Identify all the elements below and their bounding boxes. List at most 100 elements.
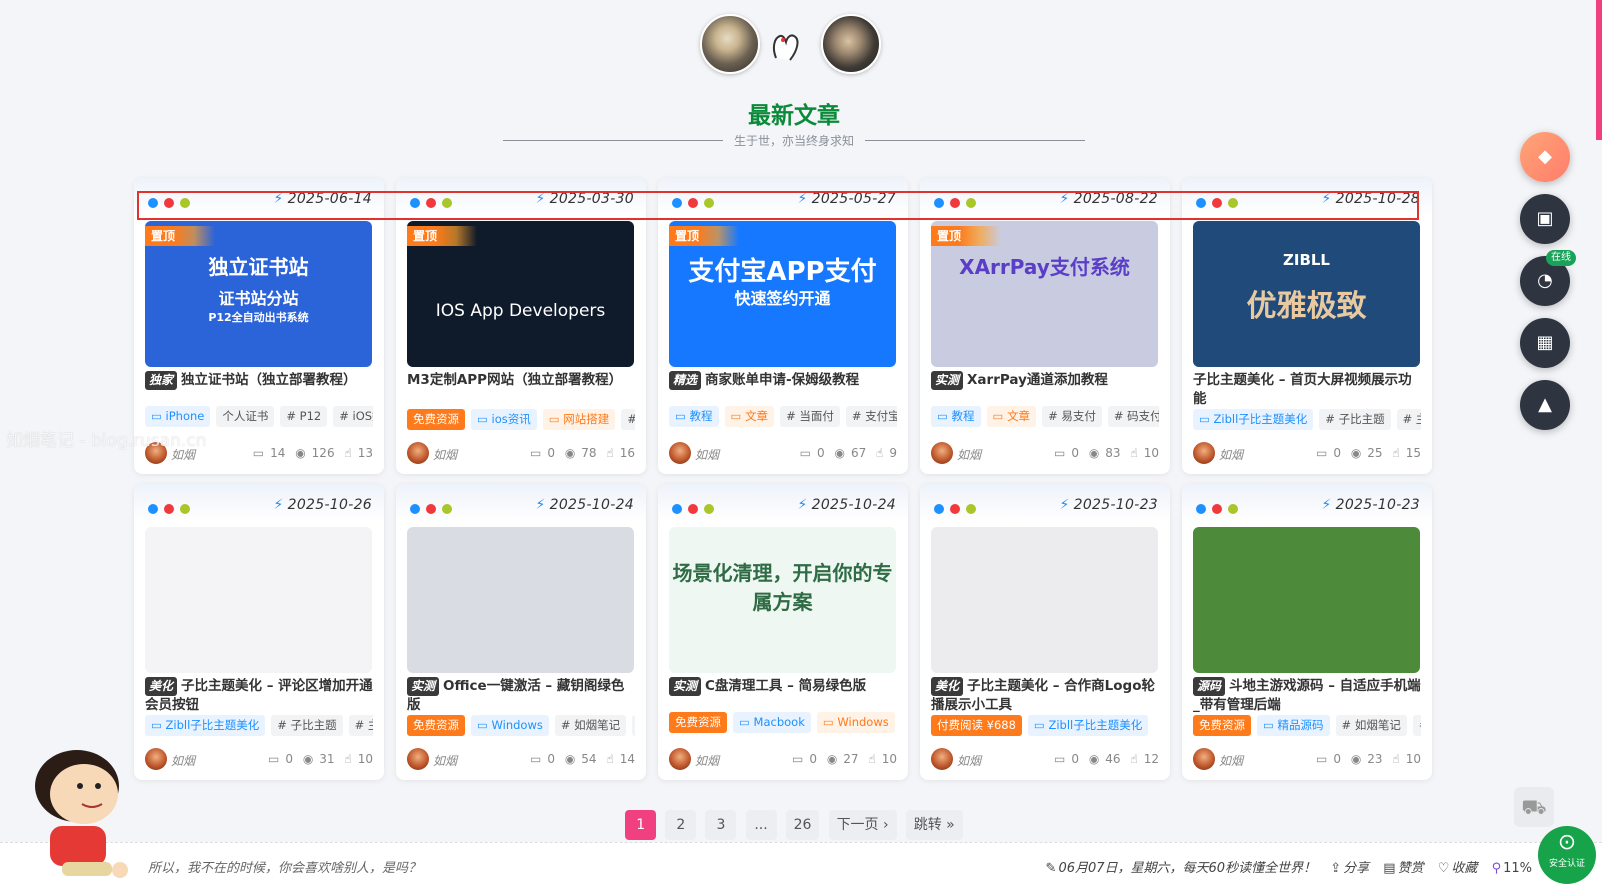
tag[interactable]: ▭ Zibll子比主题美化	[1027, 715, 1149, 736]
tag[interactable]: # 当面付	[780, 406, 840, 427]
author-name[interactable]: 如烟	[1219, 446, 1243, 463]
tag[interactable]: 付费阅读 ¥688	[931, 715, 1022, 736]
author-avatar[interactable]	[1193, 442, 1215, 464]
post-title[interactable]: 美化 子比主题美化 – 评论区增加开通会员按钮	[145, 677, 373, 715]
reward-button[interactable]: ▤ 赞赏	[1383, 861, 1423, 876]
tag[interactable]: ▭ iPhone	[145, 406, 211, 427]
author-name[interactable]: 如烟	[1219, 752, 1243, 769]
avatar[interactable]	[700, 14, 760, 74]
author-avatar[interactable]	[407, 442, 429, 464]
page-26[interactable]: 26	[785, 810, 820, 840]
tag[interactable]: # 如烟笔记	[554, 715, 627, 736]
tag[interactable]: ▭ ios资讯	[471, 409, 537, 430]
article-card[interactable]: ⚡ 2025-10-23 美化 子比主题美化 – 合作商Logo轮播展示小工具 付费…	[920, 484, 1170, 780]
author-name[interactable]: 如烟	[695, 752, 719, 769]
post-thumbnail[interactable]: ZIBLL 优雅极致	[1193, 221, 1420, 367]
article-card[interactable]: ⚡ 2025-08-22 XArrPay支付系统 置顶 实测 XarrPay通道添加…	[920, 178, 1170, 474]
post-thumbnail[interactable]	[145, 527, 372, 673]
tag[interactable]: ▭ Zibll子比主题美化	[1193, 409, 1314, 430]
tag[interactable]: ▭ 网站搭建	[542, 409, 616, 430]
tag[interactable]: 免费资源	[1193, 715, 1251, 736]
back-to-top-button[interactable]: ▲	[1520, 380, 1570, 430]
author-name[interactable]: 如烟	[957, 752, 981, 769]
post-title[interactable]: 实测 C盘清理工具 – 简易绿色版	[669, 677, 897, 696]
post-title[interactable]: 子比主题美化 – 首页大屏视频展示功能	[1193, 371, 1421, 409]
security-certificate-badge[interactable]: ⊙ 安全认证	[1538, 826, 1596, 884]
post-thumbnail[interactable]: 支付宝APP支付 快速签约开通 置顶	[669, 221, 896, 367]
post-title[interactable]: 独家 独立证书站（独立部署教程）	[145, 371, 373, 390]
tag[interactable]: # P12	[280, 406, 328, 427]
author-avatar[interactable]	[931, 442, 953, 464]
author-name[interactable]: 如烟	[695, 446, 719, 463]
post-title[interactable]: 精选 商家账单申请-保姆级教程	[669, 371, 897, 390]
post-title[interactable]: 美化 子比主题美化 – 合作商Logo轮播展示小工具	[931, 677, 1159, 715]
post-thumbnail[interactable]: 独立证书站 证书站分站 P12全自动出书系统 置顶	[145, 221, 372, 367]
share-button[interactable]: ⇪ 分享	[1330, 861, 1369, 876]
vip-button[interactable]: ◆	[1520, 132, 1570, 182]
tag[interactable]: 免费资源	[407, 409, 465, 430]
next-page-button[interactable]: 下一页 ›	[828, 810, 897, 840]
tag[interactable]: 个人证书	[216, 406, 275, 427]
post-thumbnail[interactable]: XArrPay支付系统 置顶	[931, 221, 1158, 367]
tag[interactable]: ▭ Windows	[816, 712, 895, 733]
article-card[interactable]: ⚡ 2025-05-27 支付宝APP支付 快速签约开通 置顶 精选 商家账单申请-…	[658, 178, 908, 474]
tag[interactable]: ▭ 教程	[669, 406, 719, 427]
tag[interactable]: # 易支付	[1042, 406, 1102, 427]
author-avatar[interactable]	[407, 748, 429, 770]
tag[interactable]: # 新	[621, 409, 635, 430]
tag[interactable]: # 如烟笔记	[1335, 715, 1407, 736]
post-thumbnail[interactable]: 场景化清理，开启你的专属方案	[669, 527, 896, 673]
author-name[interactable]: 如烟	[433, 446, 457, 463]
tag[interactable]: # 码支付	[1107, 406, 1159, 427]
favorite-button[interactable]: ♡ 收藏	[1438, 861, 1478, 876]
tag[interactable]: # iOS签	[333, 406, 373, 427]
jump-page-button[interactable]: 跳转 »	[905, 810, 963, 840]
author-name[interactable]: 如烟	[171, 752, 195, 769]
author-name[interactable]: 如烟	[957, 446, 981, 463]
tag[interactable]: ▭ 精品源码	[1257, 715, 1330, 736]
article-card[interactable]: ⚡ 2025-10-24 实测 Office一键激活 – 藏钥阁绿色版 免费资源 ▭ …	[396, 484, 646, 780]
article-card[interactable]: ⚡ 2025-03-30 IOS App Developers 置顶 M3定制AP…	[396, 178, 646, 474]
tag[interactable]: 免费资源	[407, 715, 465, 736]
page-1[interactable]: 1	[625, 810, 657, 840]
daily-news-link[interactable]: ✎ 06月07日，星期六，每天60秒读懂全世界！	[1046, 861, 1317, 876]
tag[interactable]: # 4	[1412, 715, 1421, 736]
tag[interactable]: # 主题	[348, 715, 373, 736]
tag[interactable]: ▭ 教程	[931, 406, 981, 427]
tag[interactable]: # 支付宝	[845, 406, 897, 427]
post-thumbnail[interactable]	[1193, 527, 1420, 673]
post-thumbnail[interactable]: IOS App Developers 置顶	[407, 221, 634, 367]
article-card[interactable]: ⚡ 2025-10-26 美化 子比主题美化 – 评论区增加开通会员按钮 ▭ Zib…	[134, 484, 384, 780]
author-name[interactable]: 如烟	[433, 752, 457, 769]
tag[interactable]: 免费资源	[669, 712, 727, 733]
tag[interactable]: ▭ Macbook	[733, 712, 811, 733]
post-title[interactable]: 源码 斗地主游戏源码 – 自适应手机端_带有管理后端	[1193, 677, 1421, 715]
article-card[interactable]: ⚡ 2025-10-23 源码 斗地主游戏源码 – 自适应手机端_带有管理后端 免费…	[1182, 484, 1432, 780]
tag[interactable]: # 子比主题	[1319, 409, 1391, 430]
author-avatar[interactable]	[1193, 748, 1215, 770]
tag[interactable]: ▭ Zibll子比主题美化	[145, 715, 266, 736]
qrcode-button[interactable]: ▦	[1520, 318, 1570, 368]
post-thumbnail[interactable]	[931, 527, 1158, 673]
tag[interactable]: # 1	[632, 715, 635, 736]
post-title[interactable]: 实测 Office一键激活 – 藏钥阁绿色版	[407, 677, 635, 715]
page-2[interactable]: 2	[665, 810, 697, 840]
article-card[interactable]: ⚡ 2025-10-24 场景化清理，开启你的专属方案 实测 C盘清理工具 – 简易…	[658, 484, 908, 780]
post-title[interactable]: 实测 XarrPay通道添加教程	[931, 371, 1159, 390]
author-avatar[interactable]	[931, 748, 953, 770]
tag[interactable]: ▭ 文章	[724, 406, 775, 427]
tag[interactable]: # 主题	[1396, 409, 1421, 430]
cart-button[interactable]: ⛟	[1514, 787, 1554, 827]
checkin-button[interactable]: ▣	[1520, 194, 1570, 244]
author-avatar[interactable]	[669, 748, 691, 770]
author-avatar[interactable]	[669, 442, 691, 464]
tag[interactable]: ▭ 文章	[986, 406, 1037, 427]
tag[interactable]: # 子比主题	[271, 715, 343, 736]
avatar[interactable]	[821, 14, 881, 74]
chat-button[interactable]: ◔ 在线	[1520, 250, 1576, 306]
page-3[interactable]: 3	[705, 810, 737, 840]
post-title[interactable]: M3定制APP网站（独立部署教程）	[407, 371, 635, 390]
post-thumbnail[interactable]	[407, 527, 634, 673]
author-avatar[interactable]	[145, 748, 167, 770]
article-card[interactable]: ⚡ 2025-10-28 ZIBLL 优雅极致 子比主题美化 – 首页大屏视频展示…	[1182, 178, 1432, 474]
